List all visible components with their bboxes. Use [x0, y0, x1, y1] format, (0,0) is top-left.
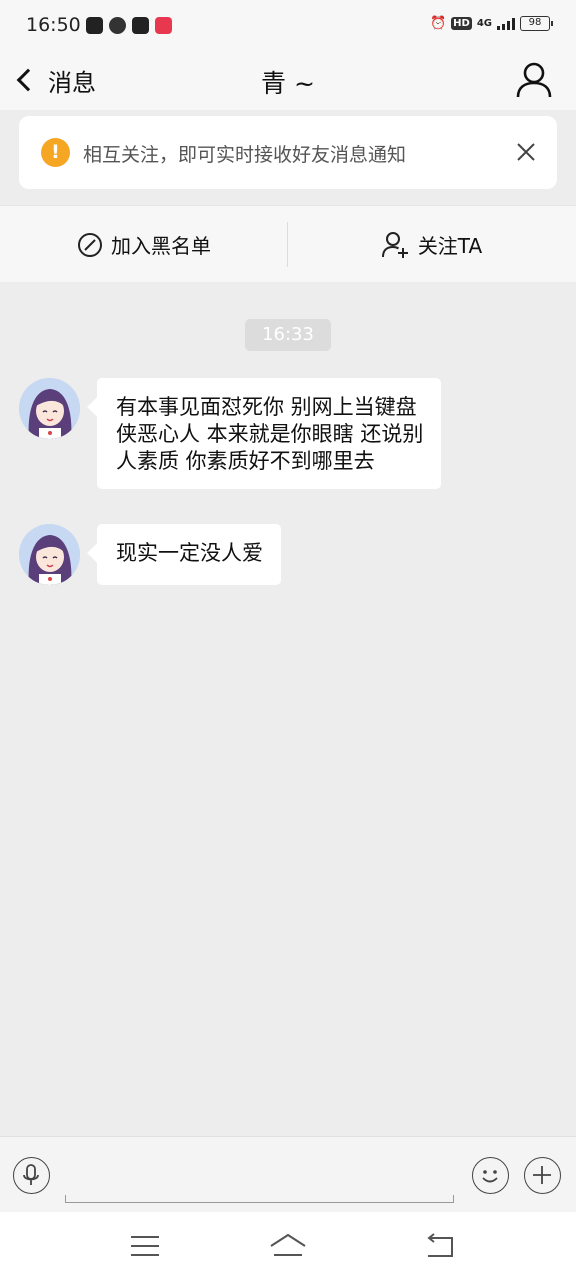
status-bar: 16:50 ⏰ HD 4G 98 — [0, 0, 576, 52]
divider — [287, 222, 288, 267]
follow-button[interactable]: 关注TA — [288, 206, 576, 283]
close-icon — [517, 143, 535, 161]
warning-icon: ! — [41, 138, 70, 167]
system-nav-bar — [0, 1212, 576, 1280]
follow-notice-banner: ! 相互关注，即可实时接收好友消息通知 — [19, 116, 557, 189]
news-app-icon — [155, 17, 172, 34]
status-time: 16:50 — [26, 14, 81, 36]
back-nav-button[interactable] — [420, 1230, 460, 1262]
menu-icon — [131, 1236, 159, 1256]
message-timestamp: 16:33 — [245, 319, 331, 351]
message-bubble[interactable]: 现实一定没人爱 — [97, 524, 281, 585]
smiley-icon — [482, 1170, 498, 1183]
input-bar — [0, 1136, 576, 1212]
blacklist-label: 加入黑名单 — [111, 234, 211, 258]
notice-text: 相互关注，即可实时接收好友消息通知 — [83, 144, 407, 166]
block-icon — [78, 232, 102, 257]
hd-badge: HD — [451, 17, 472, 30]
add-user-icon — [381, 231, 408, 258]
voice-button[interactable] — [13, 1157, 50, 1194]
follow-label: 关注TA — [417, 234, 483, 258]
plus-icon — [533, 1166, 551, 1184]
anime-avatar-image — [19, 378, 80, 439]
message-row: 有本事见面怼死你 别网上当键盘 侠恶心人 本来就是你眼瞎 还说别 人素质 你素质… — [19, 378, 442, 489]
close-notice-button[interactable] — [515, 141, 537, 163]
home-nav-button[interactable] — [268, 1230, 308, 1262]
message-line: 侠恶心人 本来就是你眼瞎 还说别 — [116, 422, 424, 446]
emoji-button[interactable] — [472, 1157, 509, 1194]
user-icon — [516, 62, 552, 98]
message-line: 有本事见面怼死你 别网上当键盘 — [116, 395, 417, 419]
add-to-blacklist-button[interactable]: 加入黑名单 — [0, 206, 288, 283]
page-title: 青 ~ — [261, 69, 315, 98]
message-bubble[interactable]: 有本事见面怼死你 别网上当键盘 侠恶心人 本来就是你眼瞎 还说别 人素质 你素质… — [97, 378, 442, 489]
more-button[interactable] — [524, 1157, 561, 1194]
battery-icon: 98 — [520, 16, 553, 31]
anime-avatar-image — [19, 524, 80, 585]
message-line: 人素质 你素质好不到哪里去 — [116, 449, 375, 473]
chat-area[interactable]: 16:33 有本事见面怼死你 别网上当键盘 侠恶心人 本来就是你眼瞎 还说别 人… — [0, 282, 576, 1136]
chat-header: 消息 青 ~ — [0, 52, 576, 110]
signal-icon — [497, 17, 515, 30]
message-line: 现实一定没人爱 — [116, 541, 263, 565]
microphone-icon — [23, 1164, 39, 1185]
status-app-icons — [86, 17, 172, 34]
network-type: 4G — [476, 18, 492, 29]
avatar[interactable] — [19, 524, 80, 585]
video-icon — [132, 17, 149, 34]
message-row: 现实一定没人爱 — [19, 524, 281, 585]
return-icon — [427, 1233, 453, 1257]
alarm-icon: ⏰ — [429, 16, 447, 31]
status-indicators: ⏰ HD 4G 98 — [429, 16, 553, 31]
action-bar: 加入黑名单 关注TA — [0, 205, 576, 282]
avatar[interactable] — [19, 378, 80, 439]
menu-nav-button[interactable] — [125, 1230, 165, 1262]
compass-icon — [109, 17, 126, 34]
profile-button[interactable] — [514, 60, 554, 100]
tiktok-icon — [86, 17, 103, 34]
home-icon — [270, 1233, 306, 1256]
message-input[interactable] — [65, 1195, 454, 1203]
